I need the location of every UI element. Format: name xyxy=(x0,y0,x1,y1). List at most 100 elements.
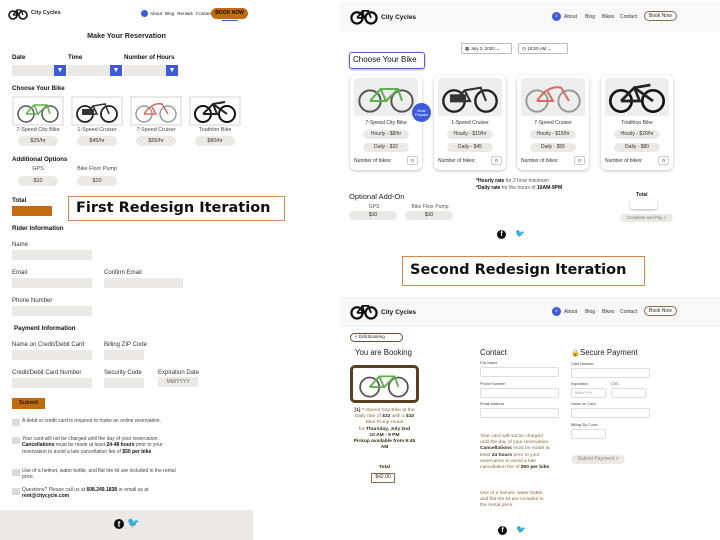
addon-gps-button[interactable]: $10 xyxy=(349,211,397,220)
option-pump-button[interactable]: $10 xyxy=(77,176,117,186)
full-name-input[interactable] xyxy=(480,367,559,377)
nav-contact[interactable]: Contact xyxy=(196,11,212,16)
triathlon-bike-image xyxy=(605,78,669,116)
cruiser-bike-image xyxy=(521,78,585,116)
bike-logo-icon[interactable] xyxy=(350,8,378,25)
nav-about[interactable]: About xyxy=(150,11,162,16)
header-panel3: City Cycles ⌕ About Blog Bikes Contact B… xyxy=(340,297,720,327)
bike-price[interactable]: $45/hr xyxy=(77,136,117,146)
addon-pump-button[interactable]: $10 xyxy=(405,211,453,220)
search-icon[interactable]: ⌕ xyxy=(552,307,561,316)
confirm-email-input[interactable] xyxy=(104,278,183,288)
nav-contact[interactable]: Contact xyxy=(620,309,637,315)
bike-card-7speed-cruiser[interactable] xyxy=(130,96,182,126)
book-now-button[interactable]: Book Now xyxy=(644,11,677,21)
name-on-card-input[interactable] xyxy=(571,408,650,418)
hourly-rate[interactable]: Hourly - $10/hr xyxy=(447,130,493,139)
facebook-icon[interactable]: f xyxy=(497,230,506,239)
nav-bikes[interactable]: Bikes xyxy=(602,14,614,20)
bike-logo-icon[interactable] xyxy=(8,8,28,20)
twitter-icon[interactable]: 🐦 xyxy=(516,525,526,534)
security-input[interactable] xyxy=(104,378,144,388)
nav-rentals[interactable]: Rentals xyxy=(177,11,193,16)
facebook-icon[interactable]: f xyxy=(114,519,124,529)
time-select[interactable]: ▼ xyxy=(68,65,122,76)
expiration-input[interactable]: MM/YYYY xyxy=(571,388,606,398)
hourly-rate[interactable]: Hourly - $8/hr xyxy=(363,130,409,139)
bike-count-stepper[interactable]: 0 xyxy=(658,156,669,165)
checkbox[interactable] xyxy=(12,419,20,426)
triathlon-bike-image xyxy=(194,101,236,123)
submit-payment-button[interactable]: Submit Payment > xyxy=(571,455,625,464)
nav-bar: About Blog Rentals Contact xyxy=(150,11,212,16)
date-picker[interactable]: ▦ July 2, 2020 ⌄ xyxy=(461,43,512,54)
bike-card-1speed[interactable]: 1-Speed Cruiser Hourly - $10/hr Daily - … xyxy=(434,75,506,170)
checkbox[interactable] xyxy=(12,469,20,476)
nav-blog[interactable]: Blog xyxy=(165,11,174,16)
hours-select[interactable]: ▼ xyxy=(124,65,178,76)
option-gps-button[interactable]: $10 xyxy=(18,176,58,186)
facebook-icon[interactable]: f xyxy=(498,526,507,535)
nav-blog[interactable]: Blog xyxy=(585,14,595,20)
phone-input[interactable] xyxy=(480,388,559,398)
hourly-rate[interactable]: Hourly - $20/hr xyxy=(614,130,660,139)
nav-about[interactable]: About xyxy=(564,14,577,20)
note-questions: Questions? Please call us at 608.249.183… xyxy=(22,487,149,500)
phone-label: Phone Number xyxy=(480,382,506,386)
date-select[interactable]: ▼ xyxy=(12,65,66,76)
twitter-icon[interactable]: 🐦 xyxy=(515,229,525,238)
twitter-icon[interactable]: 🐦 xyxy=(127,518,139,529)
edit-booking-button[interactable]: < Edit Booking xyxy=(350,333,403,342)
expiration-input[interactable]: MM/YYYY xyxy=(158,377,198,387)
hourly-rate[interactable]: Hourly - $15/hr xyxy=(530,130,576,139)
submit-button[interactable]: Submit xyxy=(12,398,45,409)
email-input[interactable] xyxy=(480,408,559,418)
brand-name[interactable]: City Cycles xyxy=(381,14,416,21)
zip-input[interactable] xyxy=(571,429,606,439)
checkbox[interactable] xyxy=(12,437,20,444)
card-name-input[interactable] xyxy=(12,350,92,360)
book-now-button[interactable]: BOOK NOW xyxy=(211,8,248,19)
brand-name[interactable]: City Cycles xyxy=(381,309,416,316)
bike-price[interactable]: $80/hr xyxy=(195,136,235,146)
option-name: Bike Floor Pump xyxy=(77,166,117,172)
daily-rate[interactable]: Daily - $45 xyxy=(447,143,493,152)
daily-rate[interactable]: Daily - $32 xyxy=(363,143,409,152)
bike-card-city[interactable]: 7-Speed City Bike Hourly - $8/hr Daily -… xyxy=(350,75,422,170)
daily-rate[interactable]: Daily - $80 xyxy=(614,143,660,152)
total-label: Total xyxy=(636,192,648,198)
bike-card-triathlon[interactable]: Triathlon Bike Hourly - $20/hr Daily - $… xyxy=(601,75,673,170)
nav-bikes[interactable]: Bikes xyxy=(602,309,614,315)
daily-rate[interactable]: Daily - $55 xyxy=(530,143,576,152)
nav-contact[interactable]: Contact xyxy=(620,14,637,20)
search-icon[interactable] xyxy=(141,10,148,17)
search-icon[interactable]: ⌕ xyxy=(552,12,561,21)
time-picker[interactable]: ◷ 10:00 AM ⌄ xyxy=(518,43,568,54)
chevron-down-icon: ⌄ xyxy=(547,46,552,51)
time-value: 10:00 AM xyxy=(527,46,547,51)
bike-card-triathlon[interactable] xyxy=(189,96,241,126)
bike-count-stepper[interactable]: 0 xyxy=(491,156,502,165)
cvc-input[interactable] xyxy=(611,388,646,398)
checkbox[interactable] xyxy=(12,488,20,495)
brand-name[interactable]: City Cycles xyxy=(31,10,61,16)
zip-input[interactable] xyxy=(104,350,144,360)
nav-blog[interactable]: Blog xyxy=(585,309,595,315)
book-now-button[interactable]: Book Now xyxy=(644,306,677,316)
bike-card-city[interactable] xyxy=(12,96,64,126)
email-input[interactable] xyxy=(12,278,92,288)
bike-price[interactable]: $55/hr xyxy=(136,136,176,146)
card-number-input[interactable] xyxy=(571,368,650,378)
bike-card-7speed-cruiser[interactable]: 7-Speed Cruiser Hourly - $15/hr Daily - … xyxy=(517,75,589,170)
booked-bike-image xyxy=(350,365,419,403)
name-input[interactable] xyxy=(12,250,92,260)
card-number-input[interactable] xyxy=(12,378,92,388)
bike-logo-icon[interactable] xyxy=(350,303,378,320)
phone-input[interactable] xyxy=(12,306,92,316)
bike-price[interactable]: $25/hr xyxy=(18,136,58,146)
complete-and-pay-button[interactable]: Complete and Pay > xyxy=(620,214,673,222)
bike-count-stepper[interactable]: 0 xyxy=(407,156,418,165)
bike-count-stepper[interactable]: 0 xyxy=(574,156,585,165)
bike-card-1speed[interactable] xyxy=(71,96,123,126)
nav-about[interactable]: About xyxy=(564,309,577,315)
